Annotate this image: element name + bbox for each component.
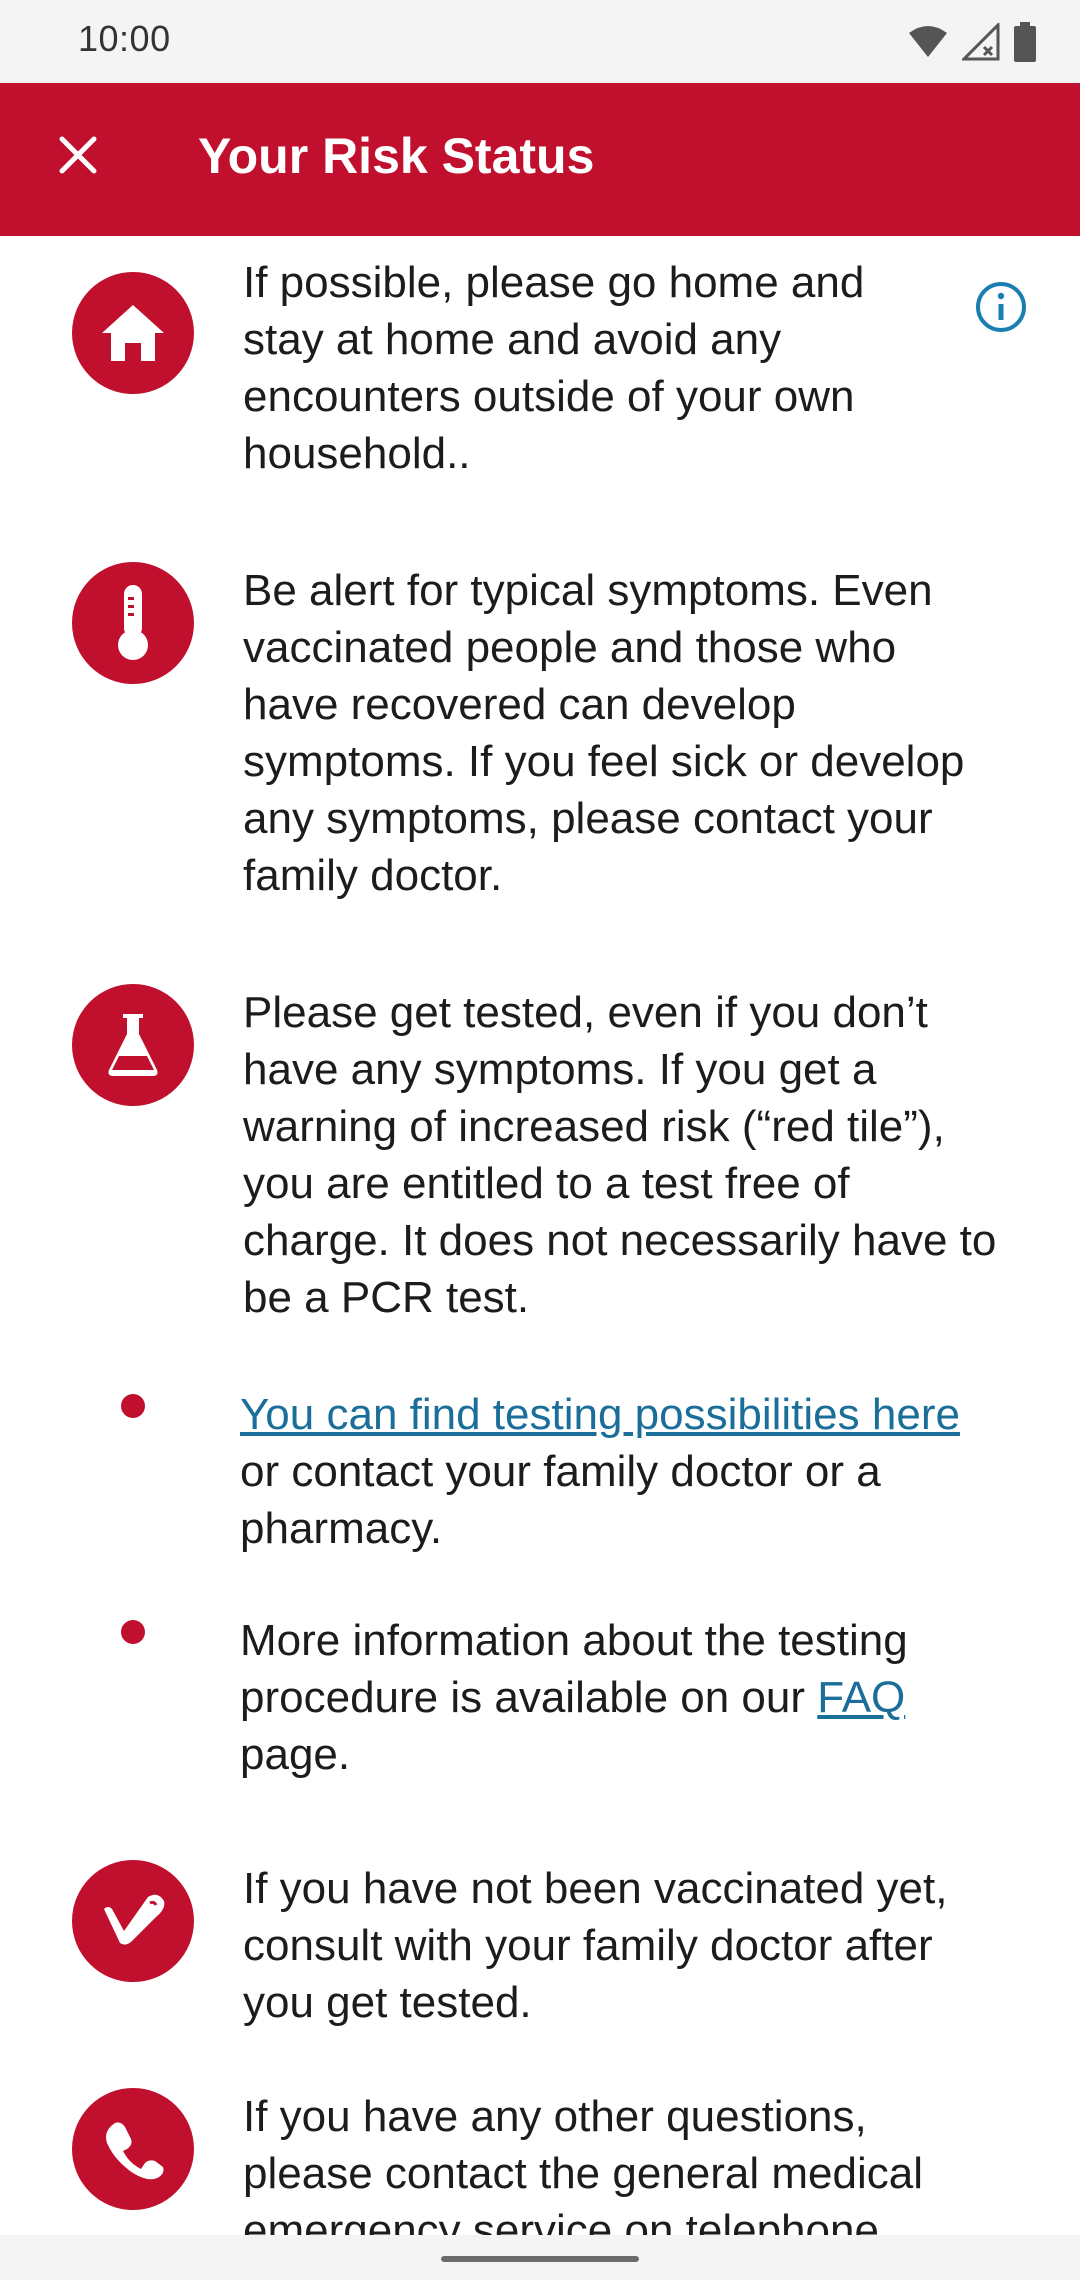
faq-link[interactable]: FAQ xyxy=(817,1673,905,1722)
home-icon-badge xyxy=(72,272,194,394)
bullet-dot xyxy=(121,1394,145,1418)
app-bar: Your Risk Status xyxy=(0,83,1080,236)
bullet-testing-locations: You can find testing possibilities here … xyxy=(240,1386,1010,1557)
home-icon xyxy=(102,305,164,361)
battery-icon xyxy=(1014,22,1036,62)
vaccination-arm-icon-badge xyxy=(72,1860,194,1982)
phone-icon-badge xyxy=(72,2088,194,2210)
thermometer-icon xyxy=(118,585,148,660)
bullet-text: page. xyxy=(240,1730,351,1779)
bullet-faq-info: More information about the testing proce… xyxy=(240,1612,1010,1783)
list-item-text: Be alert for typical symptoms. Even vacc… xyxy=(243,566,965,900)
test-flask-icon xyxy=(108,1014,158,1076)
bullet-dot xyxy=(121,1620,145,1644)
list-item-text: If possible, please go home and stay at … xyxy=(243,258,865,478)
navigation-bar xyxy=(0,2235,1080,2280)
phone-icon xyxy=(106,2122,164,2180)
list-item-text: If you have any other questions, please … xyxy=(243,2092,923,2235)
thermometer-icon-badge xyxy=(72,562,194,684)
status-bar: 10:00 xyxy=(0,0,1080,83)
vaccination-arm-icon xyxy=(104,1894,165,1945)
risk-status-content[interactable]: If possible, please go home and stay at … xyxy=(0,236,1080,2235)
bullet-text: More information about the testing proce… xyxy=(240,1616,908,1722)
page-title: Your Risk Status xyxy=(198,128,595,184)
list-item-text: If you have not been vaccinated yet, con… xyxy=(243,1864,948,2027)
gesture-handle[interactable] xyxy=(441,2256,639,2262)
info-icon[interactable] xyxy=(974,280,1028,334)
wifi-icon xyxy=(909,26,947,57)
status-icons xyxy=(908,20,1036,64)
status-time: 10:00 xyxy=(78,18,171,59)
close-button[interactable] xyxy=(46,123,110,187)
testing-possibilities-link[interactable]: You can find testing possibilities here xyxy=(240,1390,960,1439)
list-item-text: Please get tested, even if you don’t hav… xyxy=(243,988,997,1322)
close-icon xyxy=(59,136,97,174)
bullet-text: or contact your family doctor or a pharm… xyxy=(240,1447,881,1553)
cellular-signal-icon xyxy=(962,23,1000,61)
test-flask-icon-badge xyxy=(72,984,194,1106)
